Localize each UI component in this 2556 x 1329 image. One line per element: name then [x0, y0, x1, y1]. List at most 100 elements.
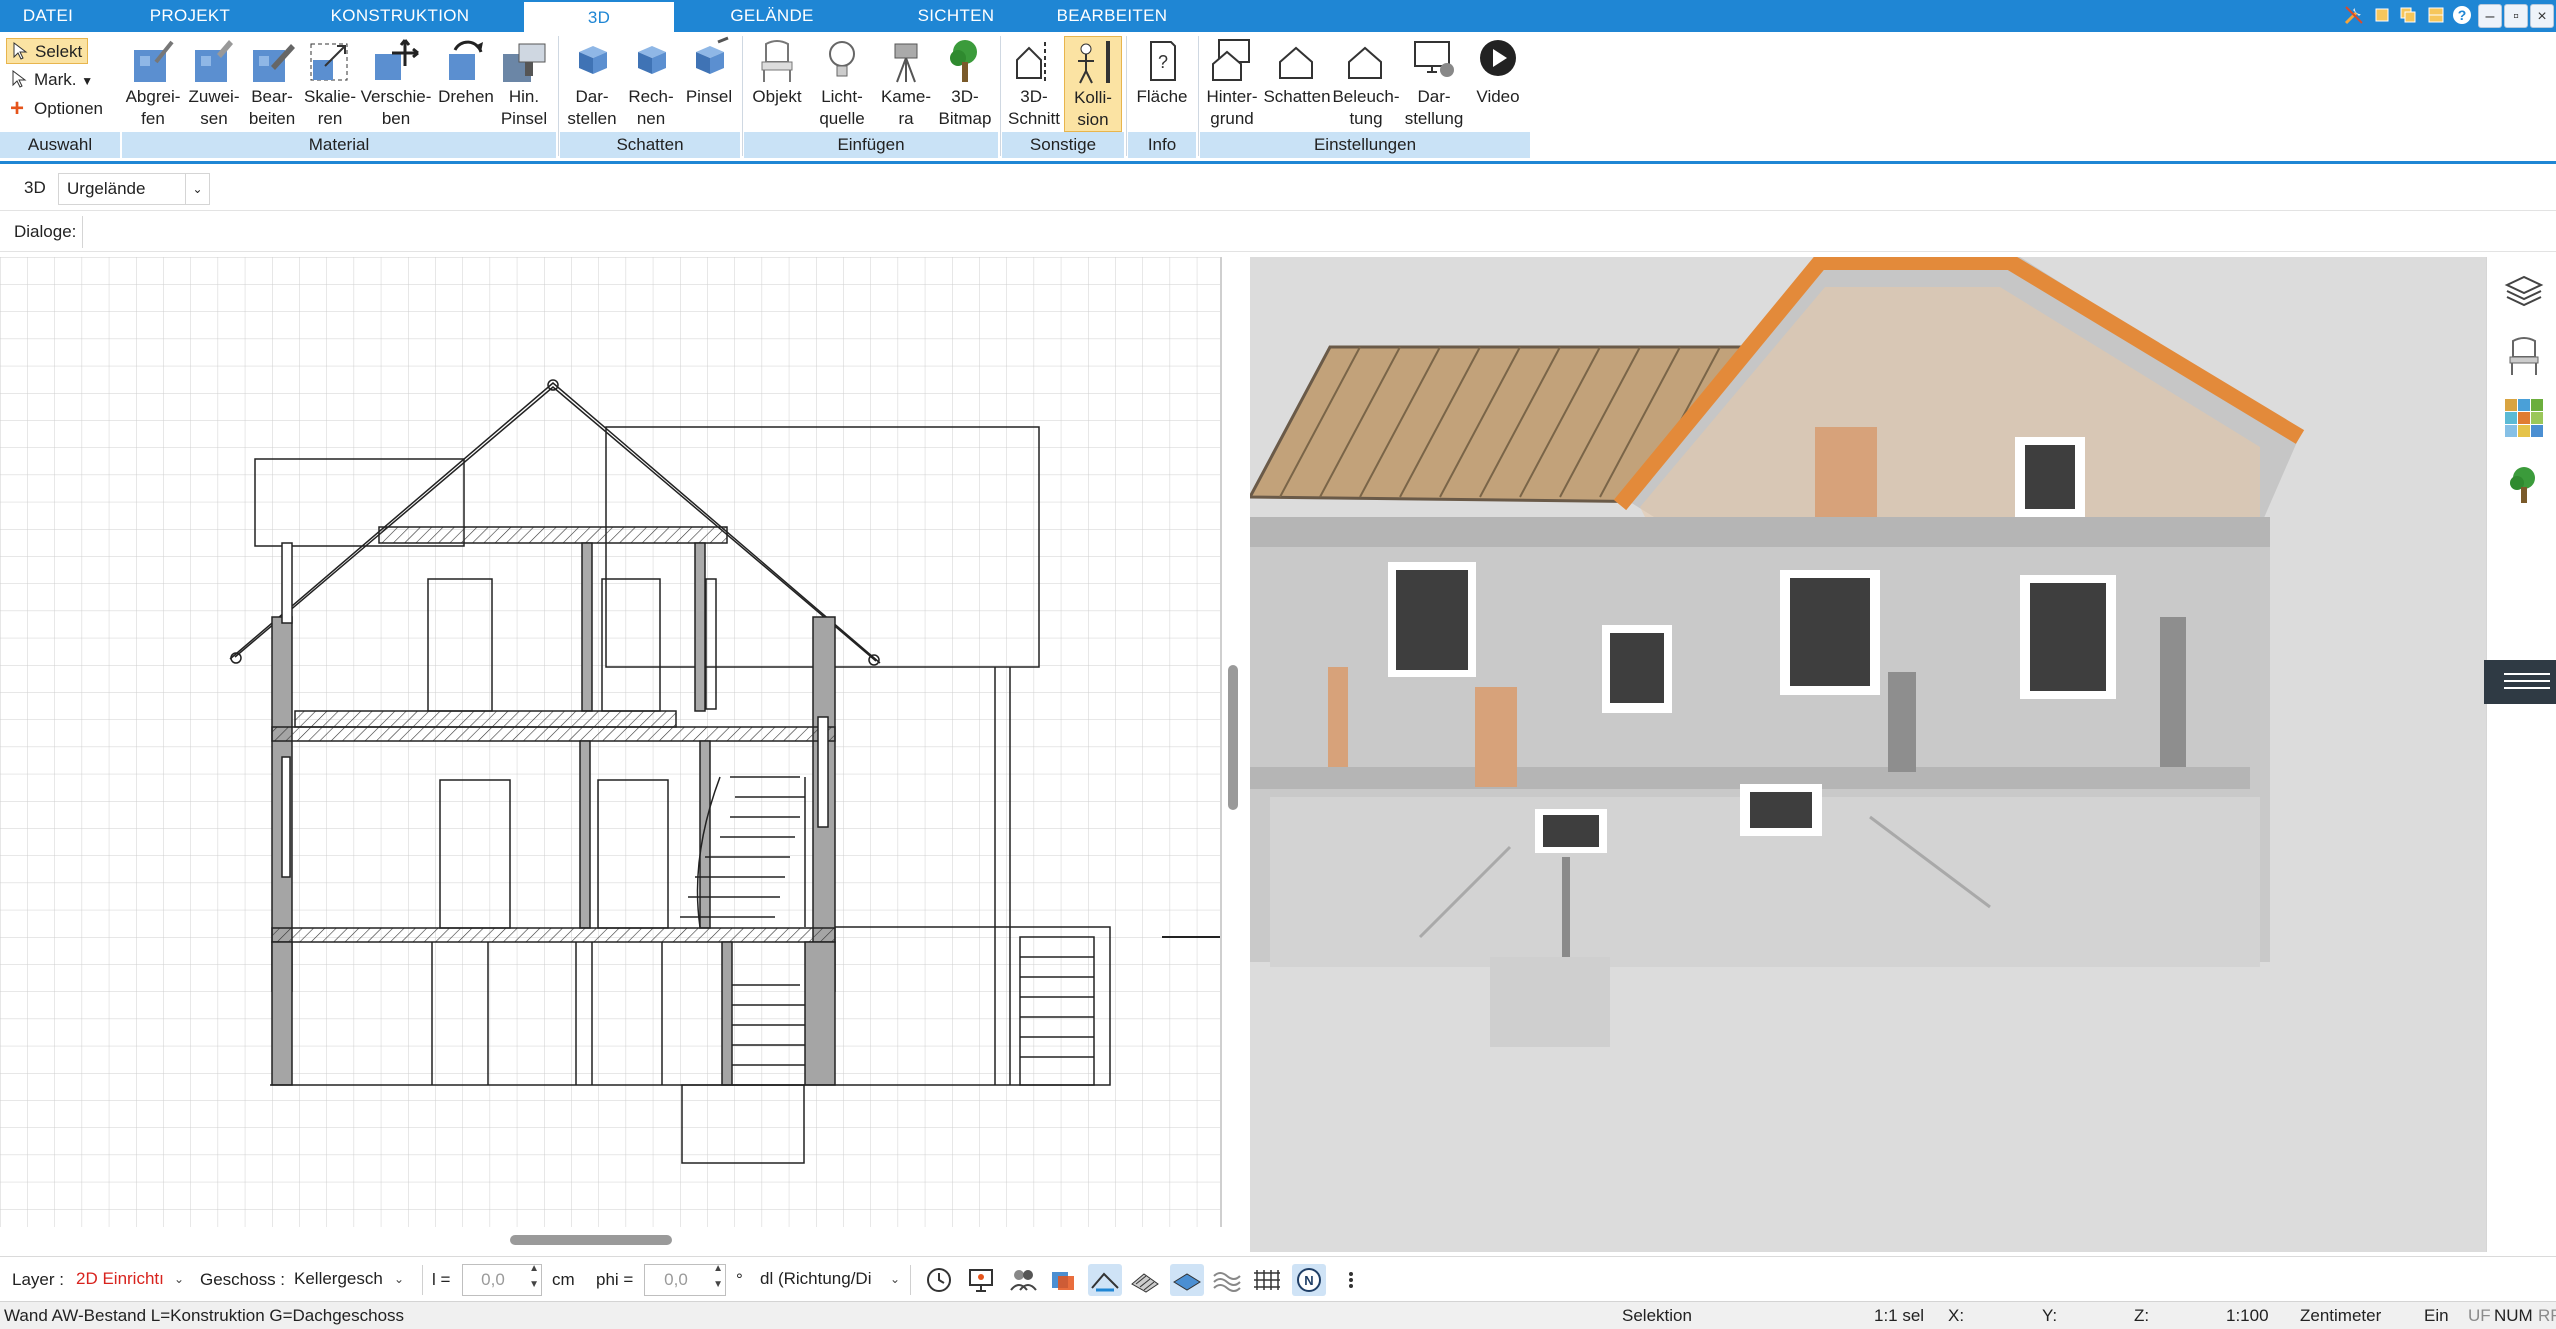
kamera-button[interactable]: Kame- ra [874, 36, 938, 130]
plants-tree-icon[interactable] [2503, 463, 2545, 505]
3d-schnitt-button[interactable]: 3D- Schnitt [1004, 36, 1064, 130]
lichtquelle-button[interactable]: Licht- quelle [808, 36, 876, 130]
more-vertical-icon[interactable] [1342, 1264, 1360, 1296]
side-panel [2486, 257, 2556, 1252]
direction-select[interactable]: dl (Richtung/Di ⌄ [754, 1264, 902, 1296]
furniture-chair-icon[interactable] [2503, 335, 2545, 377]
kollision-label: Kolli- sion [1074, 88, 1112, 129]
background-icon [1205, 36, 1259, 86]
hintergrund-button[interactable]: Hinter- grund [1200, 36, 1264, 130]
clock-icon[interactable] [922, 1264, 956, 1296]
rechnen-button[interactable]: Rech- nen [622, 36, 680, 130]
darstellen-label: Dar- stellen [567, 87, 617, 128]
flaeche-button[interactable]: ? Fläche [1130, 36, 1194, 108]
wave-tool-icon[interactable] [1210, 1264, 1244, 1296]
beleuchtung-button[interactable]: Beleuch- tung [1330, 36, 1402, 130]
layers-color-icon[interactable] [1046, 1264, 1080, 1296]
svg-text:?: ? [1158, 52, 1168, 72]
status-x: X: [1948, 1306, 1965, 1325]
grid-icon[interactable] [1250, 1264, 1284, 1296]
status-ein: Ein [2424, 1306, 2449, 1325]
plan-2d-view[interactable] [0, 257, 1222, 1227]
window-restore-small-icon[interactable] [2370, 4, 2394, 28]
skalieren-button[interactable]: Skalie- ren [298, 36, 362, 130]
view-3d[interactable] [1250, 257, 2486, 1252]
restore-button[interactable]: ▫ [2504, 4, 2528, 28]
play-icon [1471, 36, 1525, 86]
horizontal-scrollbar[interactable] [510, 1235, 672, 1245]
stepper-icon[interactable]: ▲ ▼ [713, 1261, 723, 1293]
plane-tool-icon[interactable] [1170, 1264, 1204, 1296]
collision-person-icon [1066, 37, 1120, 87]
phi-input[interactable]: 0,0 ▲ ▼ [644, 1261, 726, 1296]
geschoss-select[interactable]: Kellergesch ⌄ [288, 1264, 406, 1296]
ribbon-separator [742, 36, 743, 156]
window-cascade-icon[interactable] [2396, 4, 2420, 28]
tab-sichten[interactable]: SICHTEN [906, 0, 1006, 32]
status-message: Wand AW-Bestand L=Konstruktion G=Dachges… [4, 1306, 405, 1325]
length-input[interactable]: 0,0 ▲ ▼ [462, 1261, 542, 1296]
status-num: NUM [2494, 1306, 2533, 1325]
drehen-button[interactable]: Drehen [432, 36, 500, 108]
terrain-select-value: Urgelände [67, 179, 146, 198]
selekt-button[interactable]: Selekt [6, 38, 88, 64]
vertical-scrollbar[interactable] [1228, 665, 1238, 810]
status-y: Y: [2042, 1306, 2058, 1325]
north-arrow-icon[interactable]: N [1292, 1264, 1326, 1296]
zuweisen-button[interactable]: Zuwei- sen [182, 36, 246, 130]
optionen-label: Optionen [34, 99, 103, 118]
window-tile-icon[interactable] [2424, 4, 2448, 28]
video-button[interactable]: Video [1466, 36, 1530, 108]
svg-text:?: ? [2458, 7, 2467, 23]
minimize-button[interactable]: – [2478, 4, 2502, 28]
select-arrow-icon [11, 41, 31, 69]
tab-bearbeiten[interactable]: BEARBEITEN [1052, 0, 1172, 32]
verschieben-button[interactable]: Verschie- ben [356, 36, 436, 130]
area-info-icon: ? [1135, 36, 1189, 86]
chevron-down-icon: ⌄ [889, 1272, 900, 1286]
panel-menu-button[interactable] [2484, 660, 2556, 704]
darstellen-button[interactable]: Dar- stellen [562, 36, 622, 130]
tab-3d[interactable]: 3D [524, 0, 674, 32]
layer-select[interactable]: 2D Einrichtı ⌄ [70, 1264, 186, 1296]
schatten-pinsel-button[interactable]: Pinsel [680, 36, 738, 108]
stepper-icon[interactable]: ▲ ▼ [529, 1261, 539, 1293]
materials-palette-icon[interactable] [2503, 397, 2545, 439]
tools-icon[interactable] [2342, 4, 2366, 28]
beleuchtung-label: Beleuch- tung [1332, 87, 1400, 128]
presentation-icon[interactable] [964, 1264, 998, 1296]
tab-datei[interactable]: DATEI [0, 0, 96, 32]
layers-icon[interactable] [2503, 271, 2545, 313]
3d-bitmap-button[interactable]: 3D- Bitmap [932, 36, 998, 130]
darstellung-button[interactable]: Dar- stellung [1402, 36, 1466, 130]
kollision-button[interactable]: Kolli- sion [1064, 36, 1122, 132]
terrain-select[interactable]: Urgelände ⌄ [58, 173, 210, 205]
ribbon-separator [1126, 36, 1127, 156]
phi-input-value: 0,0 [664, 1270, 688, 1289]
length-label: l = [432, 1270, 451, 1289]
flaeche-label: Fläche [1136, 87, 1188, 106]
tab-projekt[interactable]: PROJEKT [140, 0, 240, 32]
abgreifen-button[interactable]: Abgrei- fen [118, 36, 188, 130]
objekt-label: Objekt [752, 87, 802, 106]
zuweisen-label: Zuwei- sen [188, 87, 240, 128]
bearbeiten-button[interactable]: Bear- beiten [240, 36, 304, 130]
objekt-button[interactable]: Objekt [746, 36, 808, 108]
tab-konstruktion[interactable]: KONSTRUKTION [320, 0, 480, 32]
schatten-settings-button[interactable]: Schatten [1262, 36, 1332, 108]
hatch-tool-icon[interactable] [1128, 1264, 1162, 1296]
dialog-toolbar: Dialoge: [0, 212, 2556, 252]
mark-button[interactable]: Mark. ▼ [6, 67, 93, 93]
help-icon[interactable]: ? [2450, 4, 2474, 28]
close-button[interactable]: × [2530, 4, 2554, 28]
move-icon [369, 36, 423, 86]
tab-gelaende[interactable]: GELÄNDE [722, 0, 822, 32]
status-uf: UF [2468, 1306, 2491, 1325]
hin-pinsel-button[interactable]: Hin. Pinsel [494, 36, 554, 130]
chevron-down-icon: ▼ [81, 74, 94, 88]
people-icon[interactable] [1006, 1264, 1040, 1296]
phi-label: phi = [596, 1270, 634, 1289]
abgreifen-label: Abgrei- fen [125, 87, 181, 128]
optionen-button[interactable]: + Optionen [6, 96, 103, 122]
wall-tool-icon[interactable] [1088, 1264, 1122, 1296]
